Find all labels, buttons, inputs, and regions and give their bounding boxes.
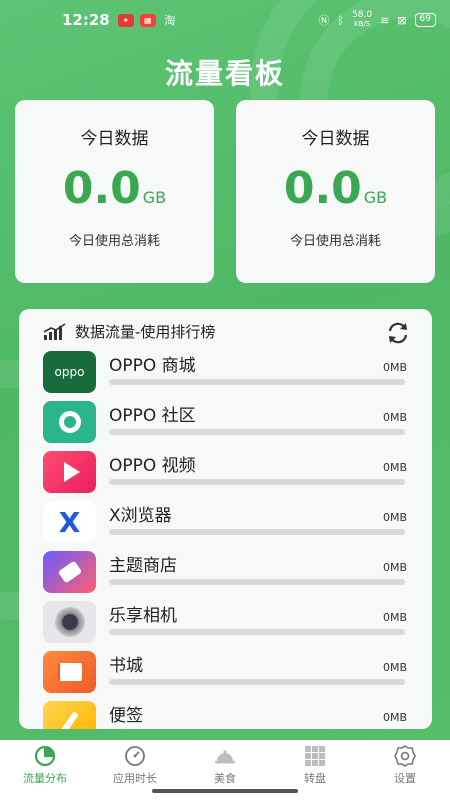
tab-label: 美食 [214, 772, 236, 785]
page-title: 流量看板 [164, 57, 285, 90]
net-speed: 58.0 KB/S [352, 10, 373, 29]
app-row-oppo-store[interactable]: oppo OPPO 商城 0MB [43, 351, 413, 401]
status-bar: 12:28 ✦ ▦ 淘 Ⓝ ᛒ 58.0 KB/S ≋ ⊠ 69 [0, 0, 450, 40]
usage-bar [109, 529, 405, 535]
ranking-header: 数据流量-使用排行榜 [43, 321, 215, 342]
app-name: OPPO 视频 [109, 456, 196, 476]
app-row-oppo-video[interactable]: OPPO 视频 0MB [43, 451, 413, 501]
app-row-oppo-community[interactable]: OPPO 社区 0MB [43, 401, 413, 451]
app-name: 便签 [109, 706, 143, 726]
notification-icon: ✦ [117, 13, 134, 27]
food-cloche-icon [215, 750, 235, 764]
usage-bar [109, 579, 405, 585]
tab-settings[interactable]: 设置 [360, 740, 450, 800]
trend-chart-icon [43, 322, 66, 340]
card-number: 0.0 [62, 163, 141, 214]
app-name: 乐享相机 [109, 606, 177, 626]
card-value: 0.0 GB [236, 163, 435, 214]
card-unit: GB [142, 188, 167, 207]
app-usage: 0MB [382, 361, 407, 374]
status-time: 12:28 [62, 11, 110, 29]
app-usage: 0MB [382, 611, 407, 624]
app-usage: 0MB [382, 561, 407, 574]
usage-bar [109, 379, 405, 385]
app-usage: 0MB [382, 461, 407, 474]
tab-label: 转盘 [304, 772, 326, 785]
x-browser-icon: X [43, 501, 96, 543]
app-row-notes[interactable]: 便签 0MB [43, 701, 413, 729]
app-usage: 0MB [382, 411, 407, 424]
book-icon [43, 651, 96, 693]
card-subtitle: 今日使用总消耗 [289, 234, 381, 249]
taobao-icon: 淘 [164, 13, 176, 27]
app-name: OPPO 商城 [109, 356, 196, 376]
app-name: 书城 [109, 656, 143, 676]
app-row-camera[interactable]: 乐享相机 0MB [43, 601, 413, 651]
usage-bar [109, 679, 405, 685]
app-row-theme-store[interactable]: 主题商店 0MB [43, 551, 413, 601]
battery-icon: 69 [414, 13, 436, 27]
card-subtitle: 今日使用总消耗 [68, 234, 160, 249]
usage-bar [109, 629, 405, 635]
card-number: 0.0 [283, 163, 362, 214]
tab-label: 设置 [394, 772, 416, 785]
today-data-card: 今日数据 0.0 GB 今日使用总消耗 [15, 100, 214, 283]
usage-bar [109, 429, 405, 435]
card-unit: GB [363, 188, 388, 207]
grid-icon [305, 746, 325, 766]
tab-traffic-distribution[interactable]: 流量分布 [0, 740, 90, 800]
gear-icon [394, 745, 416, 767]
ranking-title: 数据流量-使用排行榜 [75, 323, 216, 341]
bluetooth-icon: ᛒ [337, 13, 345, 27]
app-usage: 0MB [382, 661, 407, 674]
refresh-icon[interactable] [384, 319, 412, 347]
tab-label: 流量分布 [23, 772, 67, 785]
pie-chart-icon [34, 745, 56, 767]
app-usage: 0MB [382, 511, 407, 524]
app-row-x-browser[interactable]: X X浏览器 0MB [43, 501, 413, 551]
app-usage: 0MB [382, 711, 407, 724]
notes-icon [43, 701, 96, 729]
tab-label: 应用时长 [113, 772, 157, 785]
card-title: 今日数据 [80, 129, 149, 149]
oppo-video-icon [43, 451, 96, 493]
app-name: OPPO 社区 [109, 406, 196, 426]
oppo-store-icon: oppo [43, 351, 96, 393]
card-title: 今日数据 [301, 129, 370, 149]
notification-icon: ▦ [139, 13, 156, 27]
app-name: 主题商店 [109, 556, 177, 576]
app-name: X浏览器 [109, 506, 172, 526]
theme-store-icon [43, 551, 96, 593]
nfc-icon: Ⓝ [318, 14, 330, 27]
home-indicator[interactable] [152, 789, 298, 793]
sim-icon: ⊠ [397, 13, 407, 27]
clock-icon [125, 746, 145, 766]
wifi-icon: ≋ [380, 13, 390, 27]
today-data-card: 今日数据 0.0 GB 今日使用总消耗 [236, 100, 435, 283]
usage-ranking-card: 数据流量-使用排行榜 oppo OPPO 商城 0MB OPPO 社区 0MB … [19, 309, 432, 729]
camera-icon [43, 601, 96, 643]
card-value: 0.0 GB [15, 163, 214, 214]
oppo-community-icon [43, 401, 96, 443]
usage-bar [109, 479, 405, 485]
app-row-book-city[interactable]: 书城 0MB [43, 651, 413, 701]
